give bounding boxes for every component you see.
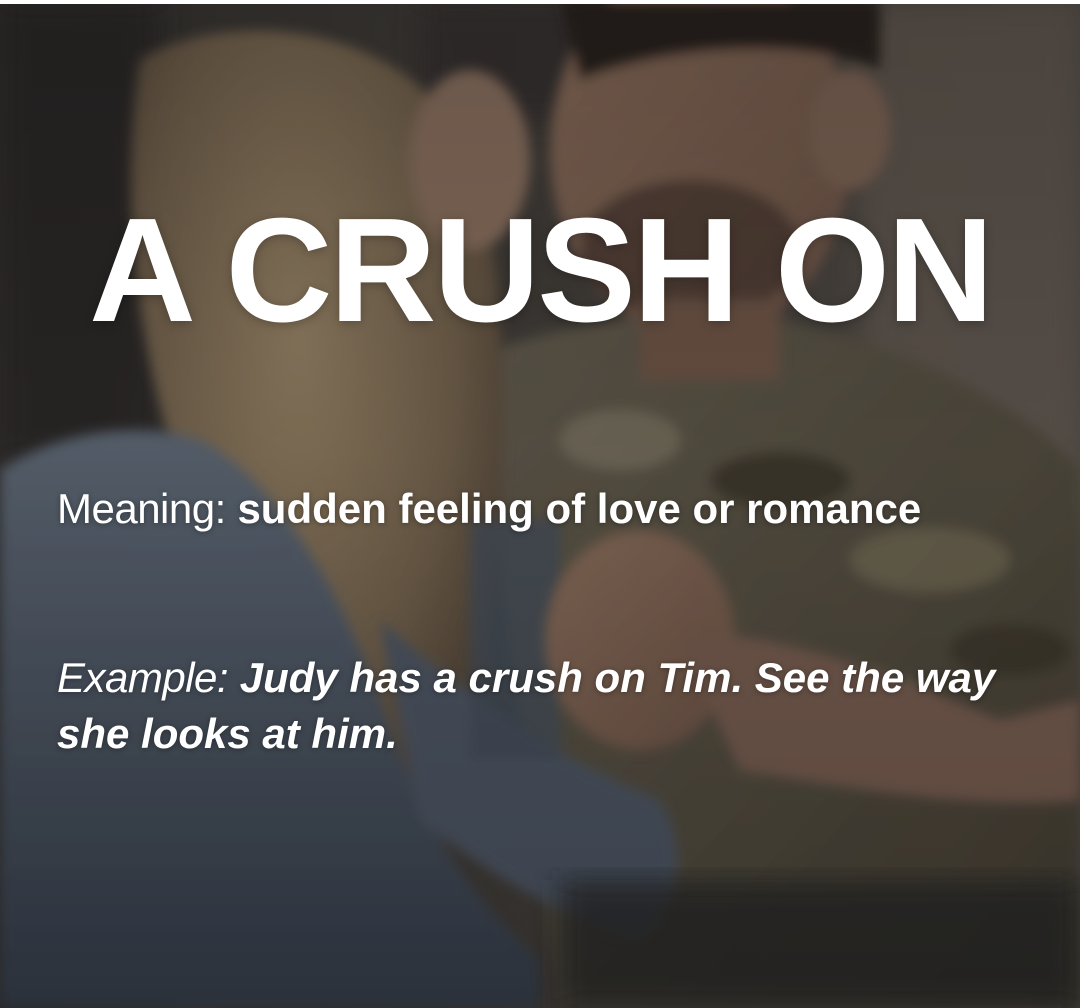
meaning-text: sudden feeling of love or romance [237,485,922,532]
example-block: Example: Judy has a crush on Tim. See th… [57,650,1057,762]
meaning-label: Meaning: [57,485,226,532]
meaning-block: Meaning: sudden feeling of love or roman… [57,481,1057,537]
top-border [0,0,1080,4]
idiom-title: A CRUSH ON [89,188,994,353]
post-card: A CRUSH ON Meaning: sudden feeling of lo… [0,0,1080,1008]
example-label: Example: [57,654,229,701]
